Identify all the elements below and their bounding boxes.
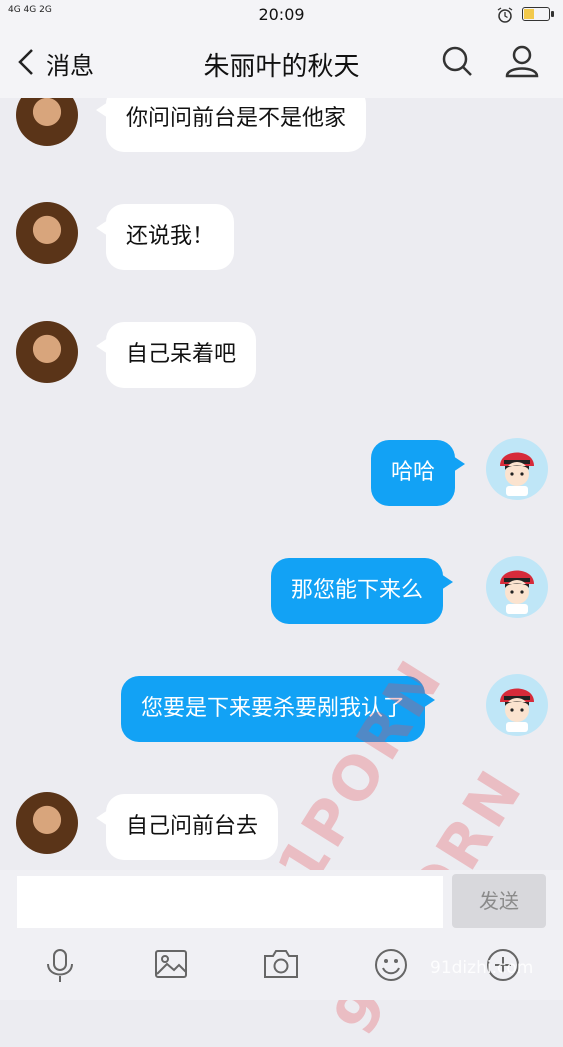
page-title: 朱丽叶的秋天 — [203, 52, 360, 82]
contact-avatar[interactable] — [16, 792, 78, 854]
send-button[interactable]: 发送 — [452, 874, 546, 928]
received-message-bubble: 自己呆着吧 — [95, 322, 257, 388]
received-message-bubble: 自己问前台去 — [95, 794, 279, 860]
chat-header: 消息 朱丽叶的秋天 — [0, 30, 563, 98]
image-icon[interactable] — [154, 948, 188, 984]
sent-message-bubble: 哈哈 — [371, 440, 466, 506]
sent-message-bubble: 那您能下来么 — [271, 558, 454, 624]
alarm-icon — [496, 6, 514, 28]
contact-avatar[interactable] — [16, 202, 78, 264]
status-bar: 4G 4G 2G 20:09 — [0, 0, 563, 30]
person-icon[interactable] — [503, 42, 541, 84]
contact-avatar[interactable] — [16, 321, 78, 383]
received-message-bubble: 你问问前台是不是他家 — [95, 98, 367, 152]
message-input[interactable] — [17, 876, 443, 928]
user-avatar[interactable] — [486, 438, 548, 500]
user-avatar[interactable] — [486, 674, 548, 736]
chat-message-list: 你问问前台是不是他家 还说我！ 自己呆着吧 哈哈 那您能下来么 您要是下来要杀要… — [0, 98, 563, 870]
microphone-icon[interactable] — [45, 948, 75, 988]
received-message-bubble: 还说我！ — [95, 204, 235, 270]
emoji-icon[interactable] — [374, 948, 408, 986]
contact-avatar[interactable] — [16, 98, 78, 146]
user-avatar[interactable] — [486, 556, 548, 618]
battery-icon — [522, 7, 554, 21]
watermark-site: 91dizhi.com — [430, 958, 534, 978]
search-icon[interactable] — [440, 44, 474, 82]
status-time: 20:09 — [258, 5, 305, 24]
input-bar: 发送 — [0, 870, 563, 1000]
camera-icon[interactable] — [263, 948, 299, 984]
